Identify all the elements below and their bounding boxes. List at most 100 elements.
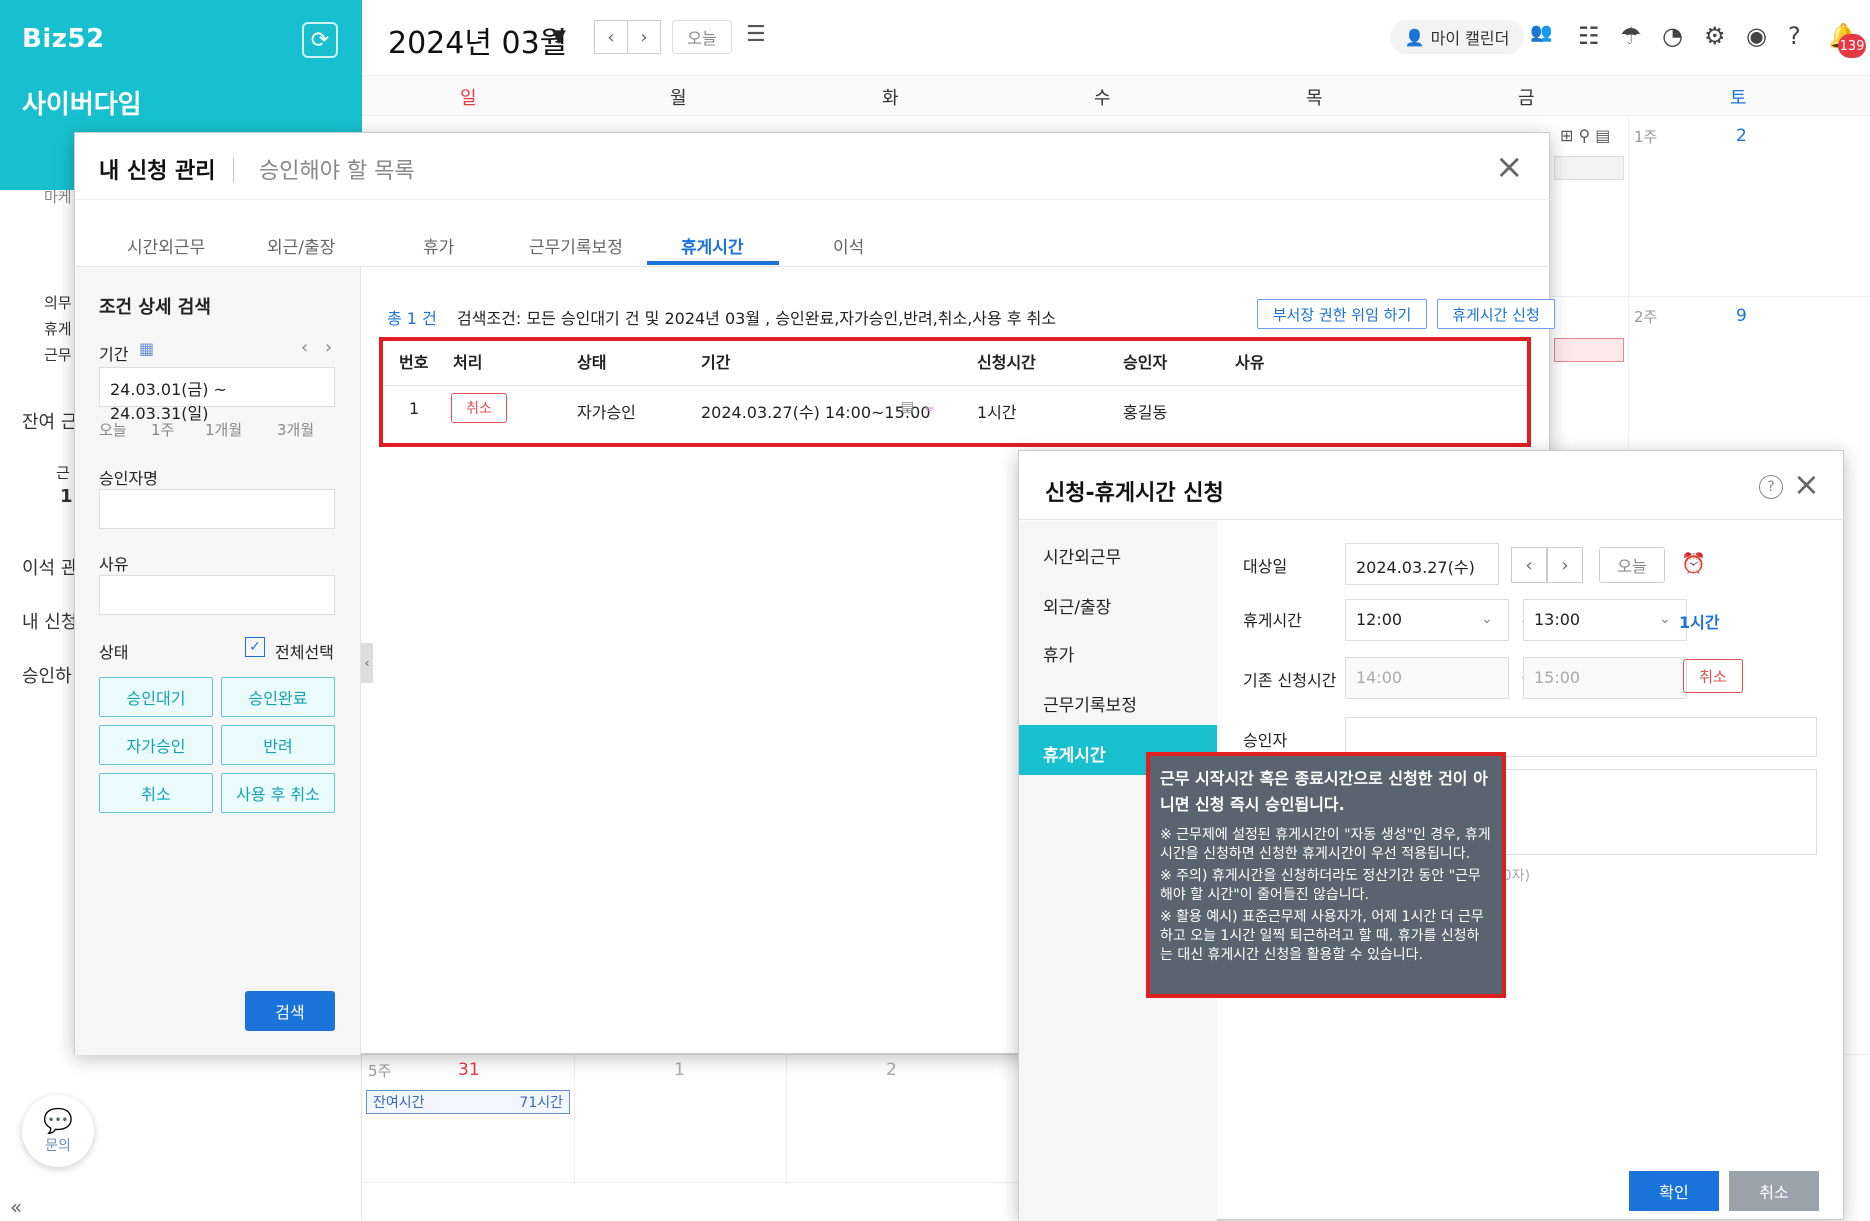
apply-break-button[interactable]: 휴게시간 신청 [1437,299,1555,329]
tab-break-time[interactable]: 휴게시간 [681,233,744,258]
tab-outside-work[interactable]: 외근/출장 [267,233,335,258]
chevron-left-icon[interactable]: ‹ [301,337,308,358]
modal-subtitle[interactable]: 승인해야 할 목록 [259,153,415,185]
notification-badge: 139 [1838,34,1866,58]
approver-input[interactable] [99,489,335,529]
table-divider [383,385,1527,386]
prev-month-button[interactable]: ‹ [594,20,628,54]
close-icon[interactable]: × [1495,147,1524,187]
remaining-label: 잔여시간 [373,1095,425,1111]
nav-record-correction[interactable]: 근무기록보정 [1043,691,1137,716]
collapse-sidebar-icon[interactable]: « [10,1195,22,1219]
day-number[interactable]: 2 [886,1060,897,1080]
alarm-clock-icon[interactable]: ⏰ [1681,551,1706,575]
target-date-input[interactable]: 2024.03.27(수) [1345,543,1499,585]
select-all-checkbox[interactable]: ✓ [245,637,265,657]
memo-icon[interactable]: ▤ [901,399,914,415]
status-approved-button[interactable]: 승인완료 [221,677,335,717]
prev-day-button[interactable]: ‹ [1511,547,1547,583]
gear-icon[interactable]: ⚙ [1704,22,1726,50]
cancel-button[interactable]: 취소 [1729,1171,1819,1211]
reason-input[interactable] [99,575,335,615]
tab-overtime[interactable]: 시간외근무 [127,233,205,258]
tab-away[interactable]: 이석 [833,233,864,258]
chart-icon[interactable]: ◔ [1662,22,1683,50]
break-time-label: 휴게시간 [1243,611,1302,630]
today-button[interactable]: 오늘 [672,20,732,54]
tab-vacation[interactable]: 휴가 [423,233,454,258]
col-header-time: 신청시간 [977,353,1036,372]
grid-line [1628,116,1629,456]
app-logo[interactable]: Biz52 [22,24,105,54]
next-month-button[interactable]: › [627,20,661,54]
close-icon[interactable]: × [1793,465,1820,503]
panel-collapse-handle[interactable]: ‹ [361,643,373,683]
prev-start-input: 14:00 [1345,657,1509,699]
quick-1week[interactable]: 1주 [151,419,174,440]
calendar-event-bar[interactable] [1554,156,1624,180]
sidebar-fragment[interactable]: 내 신청 [22,608,77,634]
list-icon[interactable]: ☷ [1578,22,1600,50]
day-number[interactable]: 2 [1736,126,1747,146]
total-count: 총 1 건 [387,309,437,328]
refresh-button[interactable]: ⟳ [302,22,338,58]
tab-record-correction[interactable]: 근무기록보정 [529,233,623,258]
search-button[interactable]: 검색 [245,991,335,1031]
col-header-no: 번호 [399,353,429,372]
status-self-approved-button[interactable]: 자가승인 [99,725,213,765]
quick-today[interactable]: 오늘 [99,419,127,440]
account-icon[interactable]: ◉ [1746,22,1767,50]
day-number[interactable]: 31 [458,1060,480,1080]
confirm-button[interactable]: 확인 [1629,1171,1719,1211]
umbrella-icon[interactable]: ☂ [1620,22,1642,50]
sidebar-fragment: 1 [60,486,73,507]
reason-label: 사유 [99,555,129,574]
calendar-header [362,0,1870,76]
group-icon[interactable]: 👥 [1530,22,1552,43]
nav-vacation[interactable]: 휴가 [1043,641,1074,666]
delegate-authority-button[interactable]: 부서장 권한 위임 하기 [1257,299,1427,329]
day-number[interactable]: 9 [1736,306,1747,326]
sidebar-fragment[interactable]: 이석 관 [22,554,77,580]
status-rejected-button[interactable]: 반려 [221,725,335,765]
status-cancel-after-use-button[interactable]: 사용 후 취소 [221,773,335,813]
weekday-mon: 월 [670,88,687,109]
col-header-action: 처리 [453,353,483,372]
nav-break-time[interactable]: 휴게시간 [1043,741,1106,766]
nav-overtime[interactable]: 시간외근무 [1043,543,1121,568]
grid-line [362,1182,1018,1183]
my-calendar-button[interactable]: 👤 마이 캘린더 [1390,20,1524,54]
weekday-tue: 화 [882,88,899,109]
quick-1month[interactable]: 1개월 [205,419,242,440]
approver-input[interactable] [1345,717,1817,757]
remaining-time-chip[interactable]: 잔여시간 71시간 [366,1090,570,1114]
nav-outside-work[interactable]: 외근/출장 [1043,593,1111,618]
month-dropdown-icon[interactable]: ▼ [552,26,566,47]
status-cancelled-button[interactable]: 취소 [99,773,213,813]
chevron-down-icon: ⌄ [1659,611,1671,627]
today-button[interactable]: 오늘 [1599,547,1665,583]
filter-icon[interactable]: ☰ [746,22,766,47]
week-label: 2주 [1634,308,1658,326]
chevron-right-icon[interactable]: › [325,337,332,358]
status-pending-button[interactable]: 승인대기 [99,677,213,717]
col-header-period: 기간 [701,353,731,372]
chevron-right-icon: › [640,26,648,48]
quick-3month[interactable]: 3개월 [277,419,314,440]
sidebar-fragment[interactable]: 승인하 [22,662,72,688]
day-number[interactable]: 1 [674,1060,685,1080]
period-input[interactable]: 24.03.01(금) ~ 24.03.31(일) [99,367,335,423]
calendar-icon[interactable]: ▦ [139,339,154,358]
next-day-button[interactable]: › [1547,547,1583,583]
inquiry-button[interactable]: 💬 문의 [22,1095,94,1167]
sidebar-fragment: 마케 [44,188,72,206]
user-icon: 👤 [1404,27,1425,47]
help-icon[interactable]: ? [1788,22,1801,50]
weekday-thu: 목 [1306,88,1323,109]
prev-cancel-button[interactable]: 취소 [1683,659,1743,693]
calendar-event-bar[interactable] [1554,338,1624,362]
help-icon[interactable]: ? [1759,475,1783,499]
tooltip-main-text: 근무 시작시간 혹은 종료시간으로 신청한 건이 아니면 신청 즉시 승인됩니다… [1160,769,1488,814]
weekday-sat: 토 [1730,88,1747,109]
row-cancel-button[interactable]: 취소 [451,393,507,423]
